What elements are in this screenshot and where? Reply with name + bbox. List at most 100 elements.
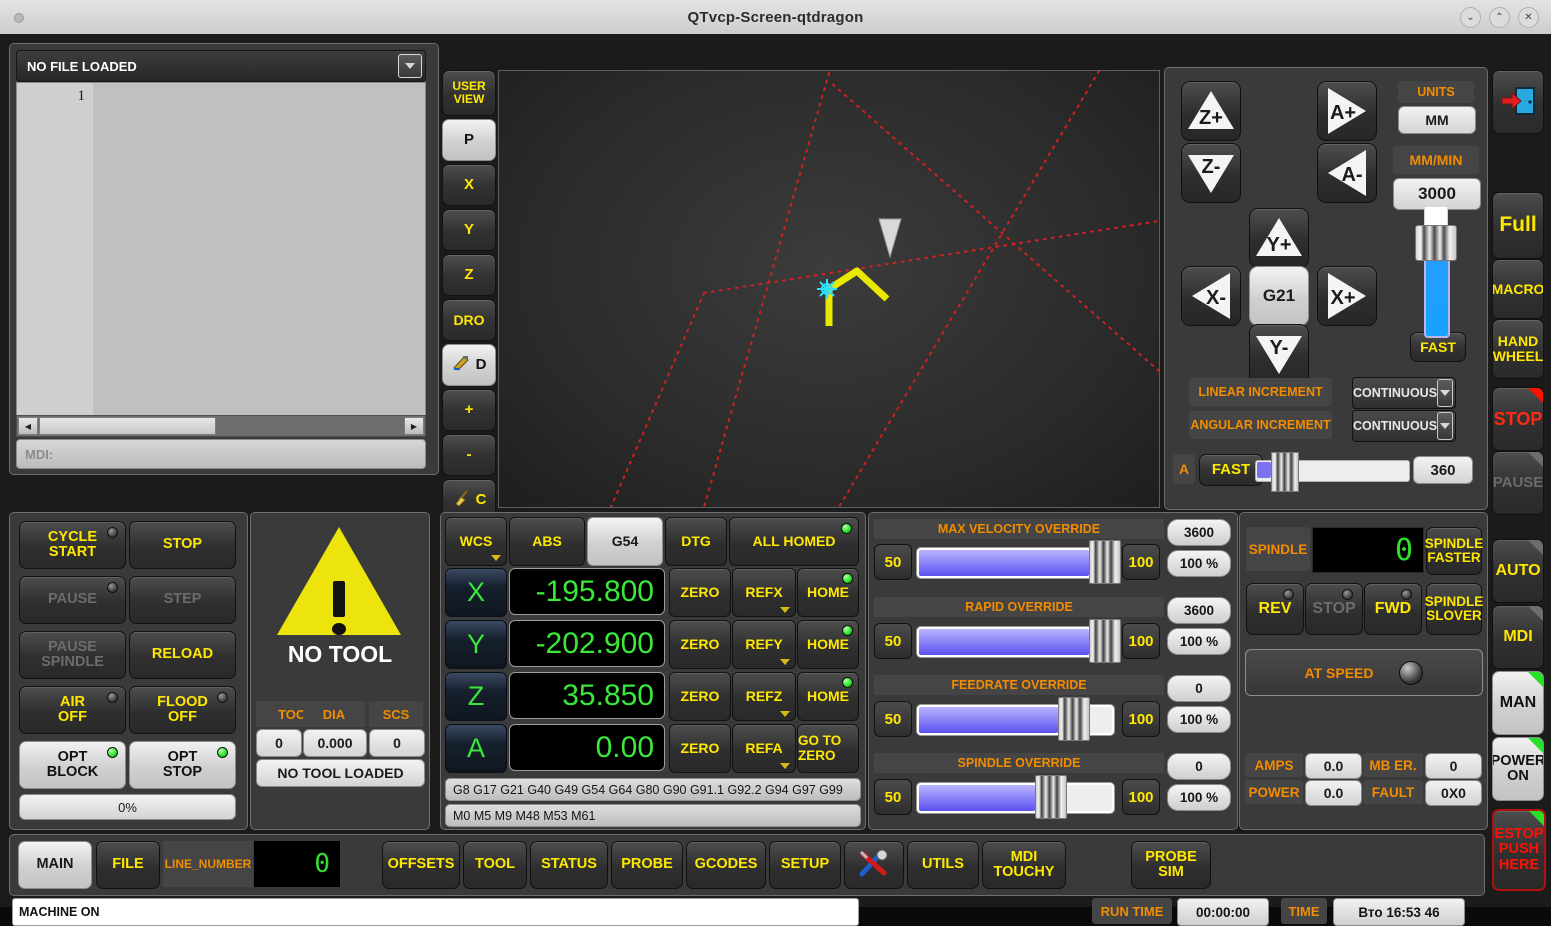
view-zoom-out-button[interactable]: - [442,434,496,476]
view-perspective-button[interactable]: P [442,119,496,161]
view-x-button[interactable]: X [442,164,496,206]
cycle-start-button[interactable]: CYCLE START [19,521,126,569]
wcs-select-button[interactable]: WCS [445,517,507,566]
zero-z-button[interactable]: ZERO [669,672,731,721]
refx-button[interactable]: REFX [732,568,796,617]
jog-y-plus-button[interactable]: Y+ [1249,208,1309,268]
jog-speed-slider-knob[interactable] [1415,225,1457,261]
refz-button[interactable]: REFZ [732,672,796,721]
view-user-button[interactable]: USER VIEW [442,70,496,116]
all-homed-indicator[interactable]: ALL HOMED [729,517,859,566]
air-toggle-button[interactable]: AIR OFF [19,686,126,734]
angular-speed-fast-button[interactable]: FAST [1199,454,1263,486]
tab-setup[interactable]: SETUP [769,841,841,889]
chevron-down-icon[interactable] [398,54,422,78]
jog-x-minus-button[interactable]: X- [1181,266,1241,326]
program-stop-button[interactable]: STOP [129,521,236,569]
angular-slider-knob[interactable] [1271,452,1299,492]
macro-button[interactable]: MACRO [1492,259,1544,319]
view-z-button[interactable]: Z [442,254,496,296]
rapid-knob[interactable] [1089,619,1121,663]
gcode-line-list[interactable]: 1 [16,82,426,416]
optional-block-button[interactable]: OPT BLOCK [19,741,126,789]
feedrate-knob[interactable] [1058,697,1090,741]
spindle-rev-button[interactable]: REV [1246,583,1304,635]
tab-file[interactable]: FILE [96,841,160,889]
rapid-slider[interactable] [917,627,1114,657]
tab-mdi-touchy[interactable]: MDI TOUCHY [982,841,1066,889]
scrollbar-thumb[interactable] [39,417,216,435]
scroll-left-icon[interactable]: ◀ [18,417,38,435]
refy-button[interactable]: REFY [732,620,796,669]
close-icon[interactable]: ✕ [1518,7,1539,28]
full-screen-button[interactable]: Full [1492,192,1544,259]
spindle-ovr-slider[interactable] [917,783,1114,813]
dtg-mode-button[interactable]: DTG [665,517,727,566]
zero-x-button[interactable]: ZERO [669,568,731,617]
zero-y-button[interactable]: ZERO [669,620,731,669]
feedrate-max[interactable]: 100 [1122,701,1160,737]
loaded-file-header[interactable]: NO FILE LOADED [16,50,426,82]
step-button[interactable]: STEP [129,576,236,624]
tab-settings[interactable] [844,841,904,889]
dro-axis-x-value[interactable]: -195.800 [509,568,665,615]
dro-axis-y-value[interactable]: -202.900 [509,620,665,667]
home-z-button[interactable]: HOME [797,672,859,721]
abs-mode-button[interactable]: ABS [509,517,585,566]
estop-button[interactable]: ESTOP PUSH HERE [1492,809,1546,891]
g54-mode-button[interactable]: G54 [587,517,663,566]
chevron-down-icon[interactable] [1437,379,1453,407]
jog-a-plus-button[interactable]: A+ [1317,81,1377,141]
refa-button[interactable]: REFA [732,724,796,773]
minimize-icon[interactable]: ⌄ [1460,7,1481,28]
tab-offsets[interactable]: OFFSETS [382,841,460,889]
rapid-max[interactable]: 100 [1122,623,1160,659]
pause-spindle-button[interactable]: PAUSE SPINDLE [19,631,126,679]
tab-probe-sim[interactable]: PROBE SIM [1131,841,1211,889]
jog-y-minus-button[interactable]: Y- [1249,324,1309,384]
dro-axis-a-value[interactable]: 0.00 [509,724,665,771]
jog-z-plus-button[interactable]: Z+ [1181,81,1241,141]
units-value[interactable]: MM [1398,106,1476,134]
tab-utils[interactable]: UTILS [907,841,979,889]
dro-axis-z-value[interactable]: 35.850 [509,672,665,719]
jog-a-minus-button[interactable]: A- [1317,143,1377,203]
scroll-right-icon[interactable]: ▶ [404,417,424,435]
tab-tool[interactable]: TOOL [463,841,527,889]
spindle-stop-button[interactable]: STOP [1305,583,1363,635]
feedrate-min[interactable]: 50 [874,701,912,737]
max-velocity-slider[interactable] [917,548,1114,578]
auto-mode-button[interactable]: AUTO [1492,539,1544,603]
mdi-mode-button[interactable]: MDI [1492,605,1544,669]
tab-probe[interactable]: PROBE [611,841,683,889]
jog-x-plus-button[interactable]: X+ [1317,266,1377,326]
spindle-slower-button[interactable]: SPINDLE SLOVER [1425,583,1483,635]
exit-button[interactable] [1492,70,1544,134]
chevron-down-icon[interactable] [1437,412,1453,440]
tab-gcodes[interactable]: GCODES [686,841,766,889]
spindle-faster-button[interactable]: SPINDLE FASTER [1425,527,1483,575]
mdi-input[interactable]: MDI: [16,439,426,469]
view-y-button[interactable]: Y [442,209,496,251]
pause-program-button[interactable]: PAUSE [19,576,126,624]
spindle-ovr-knob[interactable] [1035,775,1067,819]
angular-increment-select[interactable]: CONTINUOUS [1352,410,1456,442]
jog-z-minus-button[interactable]: Z- [1181,143,1241,203]
view-dro-button[interactable]: DRO [442,299,496,341]
spindle-fwd-button[interactable]: FWD [1364,583,1422,635]
home-y-button[interactable]: HOME [797,620,859,669]
go-to-zero-button[interactable]: GO TO ZERO [797,724,859,773]
spindle-ovr-min[interactable]: 50 [874,779,912,815]
view-dimensions-button[interactable]: D [442,344,496,386]
tab-status[interactable]: STATUS [530,841,608,889]
maximize-icon[interactable]: ⌃ [1489,7,1510,28]
gcode-horizontal-scrollbar[interactable]: ◀ ▶ [16,415,426,437]
power-on-button[interactable]: POWER ON [1492,737,1544,801]
pause-button[interactable]: PAUSE [1492,451,1544,515]
reload-button[interactable]: RELOAD [129,631,236,679]
optional-stop-button[interactable]: OPT STOP [129,741,236,789]
max-velocity-knob[interactable] [1089,540,1121,584]
linear-increment-select[interactable]: CONTINUOUS [1352,377,1456,409]
spindle-ovr-max[interactable]: 100 [1122,779,1160,815]
hand-wheel-button[interactable]: HAND WHEEL [1492,319,1544,379]
